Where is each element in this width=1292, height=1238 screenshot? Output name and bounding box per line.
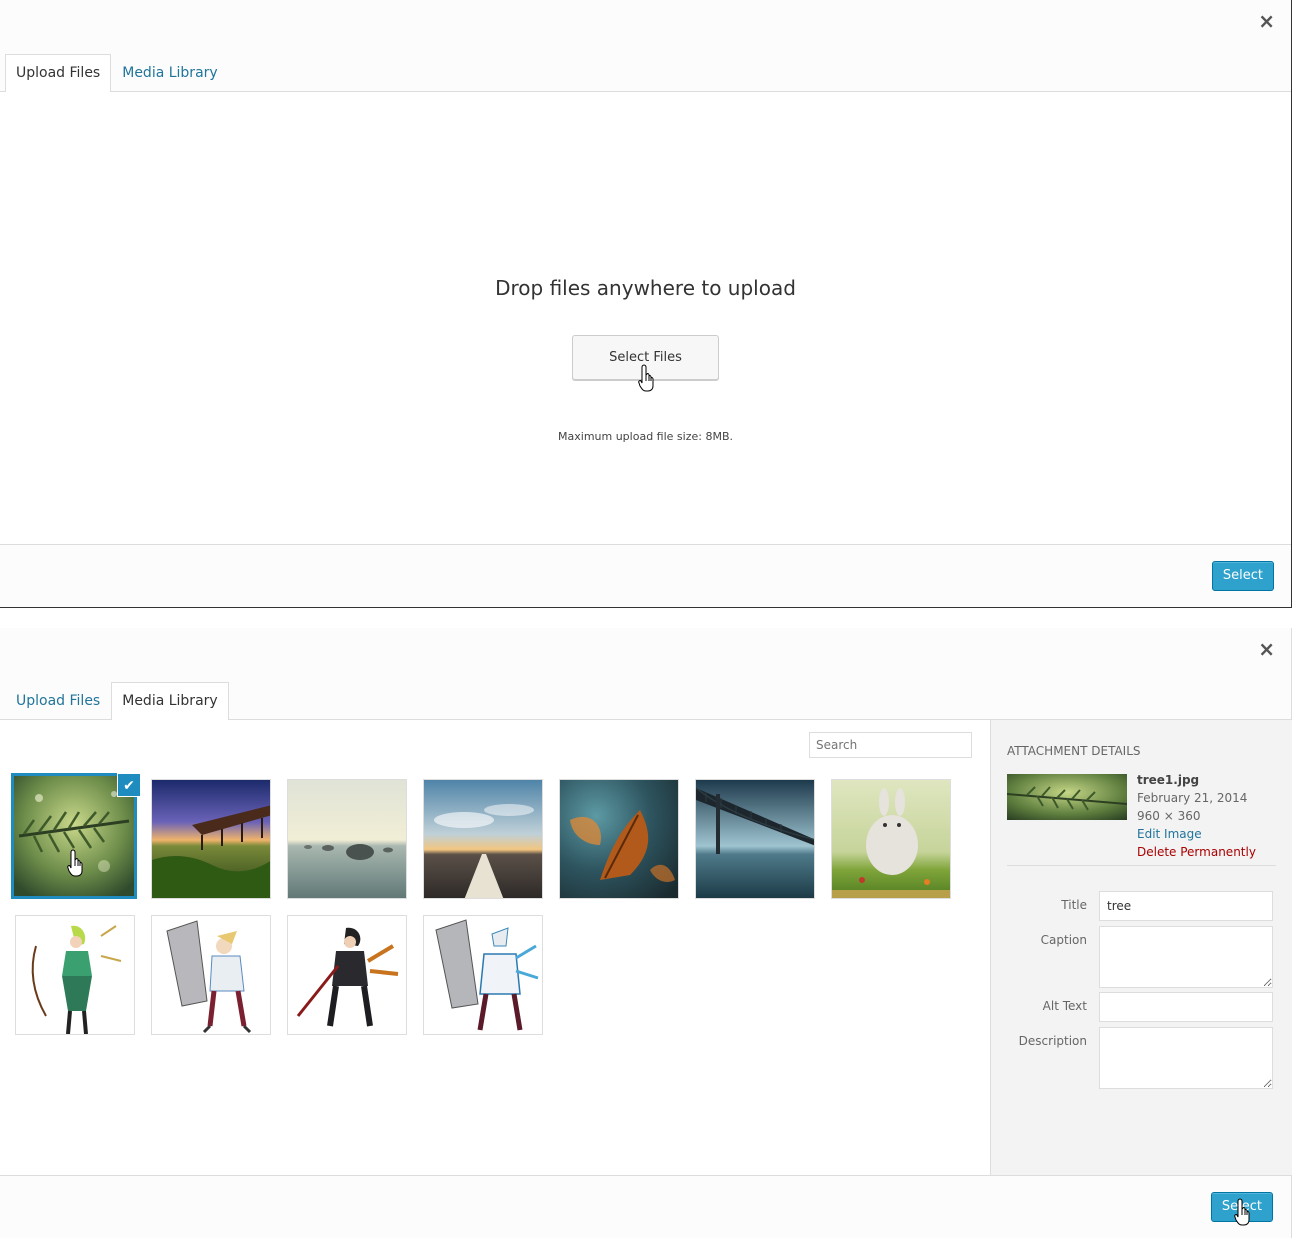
modal-toolbar: Select [0,1175,1291,1238]
attachment-thumbnail-dark-swordsman[interactable] [287,915,407,1035]
attachment-date: February 21, 2014 [1137,791,1248,805]
tab-media-library[interactable]: Media Library [111,54,228,91]
attachment-filename: tree1.jpg [1137,773,1200,787]
attachment-thumbnail-road[interactable] [423,779,543,899]
attachment-preview [1007,774,1127,820]
title-label: Title [1061,898,1087,912]
modal-toolbar: Select [0,544,1291,607]
tab-upload-files[interactable]: Upload Files [5,54,112,92]
divider [1007,865,1276,866]
drop-zone-title: Drop files anywhere to upload [495,276,796,300]
caption-field[interactable] [1099,926,1273,988]
tab-bar: Upload Files Media Library [5,682,229,720]
tab-upload-files[interactable]: Upload Files [5,682,111,719]
description-field[interactable] [1099,1027,1273,1089]
attachment-details-sidebar: Attachment Details tree1.jpg February 21… [990,720,1292,1175]
attachment-thumbnail-bridge[interactable] [695,779,815,899]
tab-media-library[interactable]: Media Library [111,682,229,720]
modal-header: × Upload Files Media Library [0,0,1291,92]
attachment-info: tree1.jpg February 21, 2014 960 × 360 Ed… [1137,771,1256,861]
caption-label: Caption [1040,933,1087,947]
attachment-thumbnail-field-sunset[interactable] [151,779,271,899]
hand-cursor-icon [67,849,83,877]
attachment-thumbnail-archer[interactable] [15,915,135,1035]
tab-bar: Upload Files Media Library [5,54,229,92]
hand-cursor-icon [1234,1198,1250,1226]
selected-check-icon[interactable]: ✔ [117,773,141,797]
attachment-dimensions: 960 × 360 [1137,809,1201,823]
media-library-modal: × Upload Files Media Library Search ✔ AT… [0,628,1292,1238]
attachment-thumbnail-calm-sea[interactable] [287,779,407,899]
delete-permanently-link[interactable]: Delete Permanently [1137,843,1256,861]
attachment-thumbnail-bunny[interactable] [831,779,951,899]
select-button[interactable]: Select [1211,561,1274,591]
attachment-thumbnail-leaf[interactable] [559,779,679,899]
close-icon[interactable]: × [1258,636,1275,662]
edit-image-link[interactable]: Edit Image [1137,825,1256,843]
attachment-thumbnail-mecha-armor[interactable] [423,915,543,1035]
search-input[interactable] [809,732,972,758]
alt-text-field[interactable] [1099,992,1273,1022]
attachment-thumbnail-white-armor[interactable] [151,915,271,1035]
attachment-details-heading: Attachment Details [1007,744,1141,758]
upload-modal: × Upload Files Media Library Drop files … [0,0,1292,608]
close-icon[interactable]: × [1258,8,1275,34]
description-label: Description [1018,1034,1087,1048]
alt-text-label: Alt Text [1042,999,1087,1013]
modal-header: × Upload Files Media Library [0,628,1291,720]
max-upload-size-text: Maximum upload file size: 8MB. [558,430,733,443]
hand-cursor-icon [638,364,654,392]
title-field[interactable] [1099,891,1273,921]
